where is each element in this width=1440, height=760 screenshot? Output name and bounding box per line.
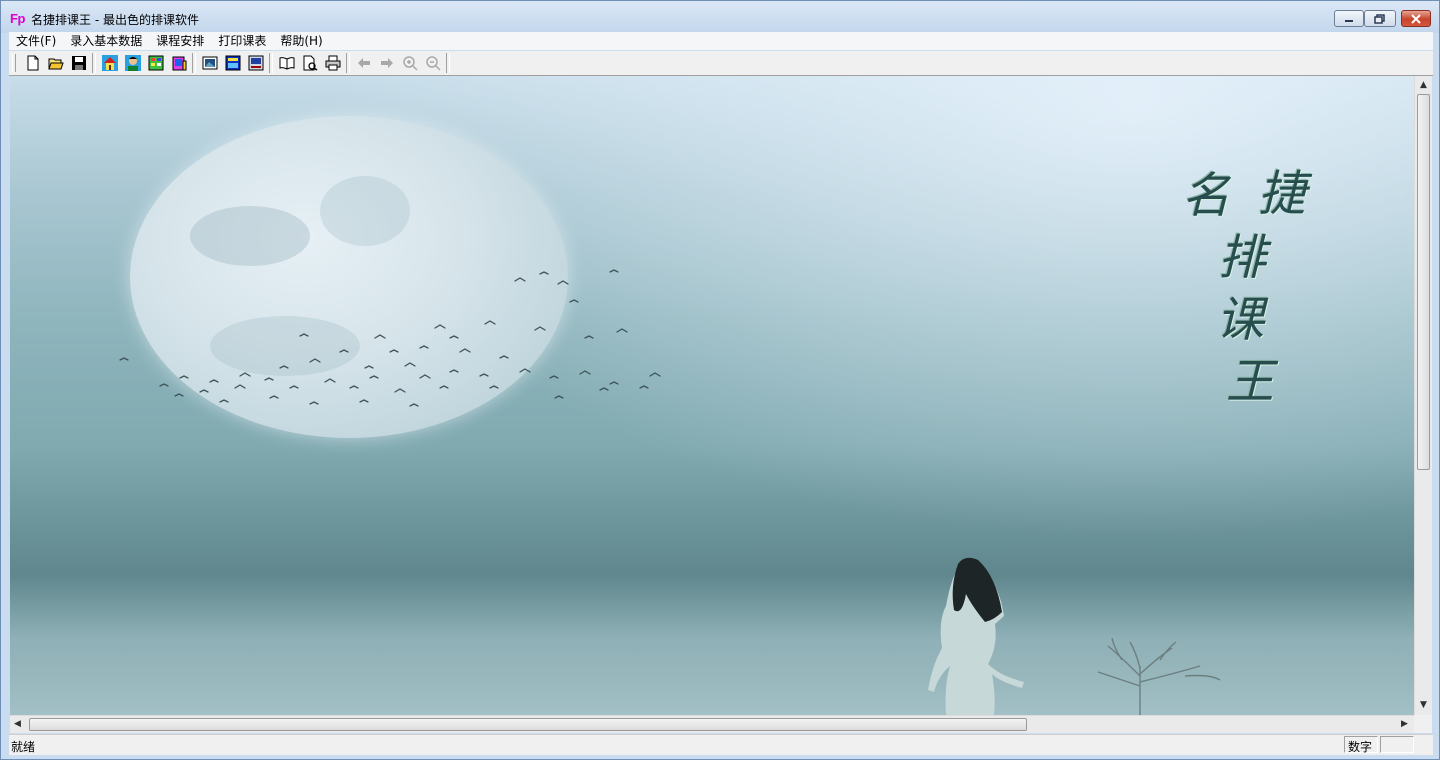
toolbar — [9, 51, 1433, 76]
scroll-up-icon[interactable]: ▲ — [1420, 81, 1427, 90]
schedule-view-button[interactable] — [198, 52, 221, 74]
print-button[interactable] — [321, 52, 344, 74]
vertical-scroll-thumb[interactable] — [1417, 94, 1430, 470]
monitor-table-icon — [248, 55, 263, 71]
arrow-right-icon — [380, 58, 393, 68]
new-file-icon — [27, 55, 38, 71]
timetable-icon — [225, 55, 240, 71]
status-pane-empty — [1380, 736, 1414, 753]
menu-input-basic-data[interactable]: 录入基本数据 — [63, 32, 149, 50]
menu-course-scheduling[interactable]: 课程安排 — [149, 32, 211, 50]
zoom-in-icon — [402, 56, 418, 71]
bare-tree — [1097, 637, 1221, 715]
horizontal-scrollbar[interactable]: ◀ ▶ — [10, 715, 1414, 733]
zoom-out-icon — [425, 56, 441, 71]
app-window: Fp 名捷排课王 - 最出色的排课软件 文件(F) 录入基本数据 课程安排 打印… — [0, 0, 1440, 760]
open-button[interactable] — [44, 52, 67, 74]
horizontal-scroll-thumb[interactable] — [29, 718, 1027, 731]
zoom-out-button[interactable] — [421, 52, 444, 74]
new-file-button[interactable] — [21, 52, 44, 74]
home-icon — [101, 55, 118, 71]
save-disk-icon — [71, 56, 86, 70]
teacher-button[interactable] — [121, 52, 144, 74]
zoom-in-button[interactable] — [398, 52, 421, 74]
class-table-icon — [148, 55, 163, 71]
splash-image-area: 名 捷 排 课 王 — [10, 76, 1414, 715]
scroll-down-icon[interactable]: ▼ — [1420, 701, 1427, 710]
class-table-button[interactable] — [144, 52, 167, 74]
open-book-button[interactable] — [275, 52, 298, 74]
close-button[interactable] — [1401, 10, 1431, 27]
menu-file[interactable]: 文件(F) — [9, 32, 63, 50]
schedule-view-icon — [202, 56, 217, 70]
timetable-button[interactable] — [221, 52, 244, 74]
minimize-button[interactable] — [1334, 10, 1364, 27]
course-book-button[interactable] — [167, 52, 190, 74]
scrollbar-corner — [1414, 715, 1432, 733]
app-logo-icon[interactable]: Fp — [10, 11, 25, 26]
toolbar-separator — [269, 53, 273, 73]
save-button[interactable] — [67, 52, 90, 74]
status-message: 就绪 — [11, 740, 36, 754]
menu-print-timetable[interactable]: 打印课表 — [211, 32, 273, 50]
print-preview-button[interactable] — [298, 52, 321, 74]
restore-button[interactable] — [1364, 10, 1396, 27]
minimize-icon — [1345, 19, 1353, 22]
printer-icon — [325, 55, 340, 71]
next-button[interactable] — [375, 52, 398, 74]
toolbar-separator — [192, 53, 196, 73]
arrow-left-icon — [357, 58, 370, 68]
vertical-scrollbar[interactable]: ▲ ▼ — [1414, 76, 1432, 715]
restore-icon — [1374, 13, 1385, 24]
toolbar-separator — [346, 53, 350, 73]
woman-silhouette — [928, 557, 1221, 715]
teacher-icon — [124, 55, 141, 71]
previous-button[interactable] — [352, 52, 375, 74]
menu-bar: 文件(F) 录入基本数据 课程安排 打印课表 帮助(H) — [9, 32, 1433, 50]
toolbar-grip[interactable] — [12, 54, 16, 72]
print-preview-icon — [303, 55, 317, 71]
monitor-table-button[interactable] — [244, 52, 267, 74]
num-lock-indicator: 数字 — [1348, 740, 1373, 754]
scroll-right-icon[interactable]: ▶ — [1401, 720, 1408, 729]
course-book-icon — [172, 56, 186, 71]
toolbar-separator — [92, 53, 96, 73]
title-bar[interactable]: Fp 名捷排课王 - 最出色的排课软件 — [1, 1, 1439, 33]
open-folder-icon — [47, 58, 64, 70]
toolbar-separator — [446, 53, 450, 73]
menu-help[interactable]: 帮助(H) — [273, 32, 329, 50]
open-book-icon — [279, 57, 294, 70]
scroll-left-icon[interactable]: ◀ — [14, 720, 21, 729]
home-button[interactable] — [98, 52, 121, 74]
close-icon — [1411, 13, 1421, 24]
status-bar: 就绪 数字 — [9, 734, 1433, 755]
status-pane-num: 数字 — [1344, 736, 1378, 754]
window-title: 名捷排课王 - 最出色的排课软件 — [31, 13, 199, 27]
